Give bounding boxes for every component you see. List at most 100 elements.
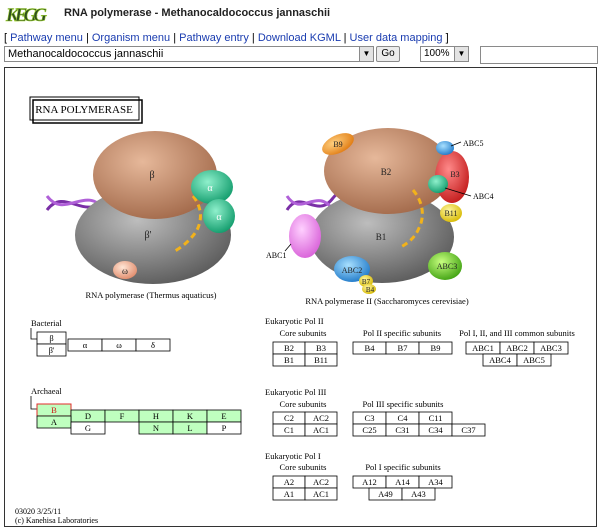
gene-label: α — [83, 340, 88, 350]
abc5-subunit — [436, 141, 454, 155]
gene-box[interactable]: B3 — [304, 341, 338, 355]
gene-box[interactable]: B2 — [272, 341, 306, 355]
gene-label: ABC3 — [540, 343, 562, 353]
download-kgml-link[interactable]: Download KGML — [258, 32, 341, 44]
archaeal-label: Archaeal — [31, 386, 62, 396]
gene-box[interactable]: C37 — [451, 423, 486, 437]
gene-box[interactable]: ω — [101, 338, 137, 352]
gene-box[interactable]: B4 — [352, 341, 387, 355]
organism-select[interactable]: Methanocaldococcus jannaschii ▼ — [4, 46, 374, 62]
gene-box-mapped[interactable]: H — [138, 409, 174, 423]
gene-box-mapped[interactable]: N — [138, 421, 174, 435]
abc1-leader-line — [284, 243, 292, 252]
gene-box[interactable]: ABC3 — [533, 341, 569, 355]
gene-box[interactable]: C25 — [352, 423, 387, 437]
gene-label: C34 — [428, 425, 443, 435]
kegg-logo[interactable]: KEGG — [5, 2, 49, 28]
diagram-title-box: RNA POLYMERASE — [29, 96, 143, 124]
gene-label: B7 — [398, 343, 408, 353]
gene-box[interactable]: ABC1 — [465, 341, 501, 355]
gene-label: C31 — [395, 425, 409, 435]
menu-separator: | — [173, 32, 177, 44]
gene-label: δ — [151, 340, 155, 350]
gene-box[interactable]: A34 — [418, 475, 453, 489]
gene-box[interactable]: C4 — [385, 411, 420, 425]
pol2-core-label: Core subunits — [280, 328, 327, 338]
gene-label: β — [49, 333, 53, 343]
gene-box[interactable]: C11 — [418, 411, 453, 425]
go-button[interactable]: Go — [376, 46, 400, 62]
gene-box[interactable]: β' — [36, 343, 67, 357]
organism-menu-link[interactable]: Organism menu — [92, 32, 170, 44]
gene-box[interactable]: A12 — [352, 475, 387, 489]
gene-box[interactable]: ABC4 — [482, 353, 518, 367]
gene-box-mapped[interactable]: D — [70, 409, 106, 423]
pathway-menu-bar: [ Pathway menu | Organism menu | Pathway… — [4, 32, 449, 44]
pol1-title: Eukaryotic Pol I — [265, 451, 321, 461]
gene-box[interactable]: C34 — [418, 423, 453, 437]
gene-label: C4 — [398, 413, 409, 423]
gene-box[interactable]: α — [67, 338, 103, 352]
gene-label: A43 — [411, 489, 426, 499]
gene-box[interactable]: ABC5 — [516, 353, 552, 367]
gene-box[interactable]: A49 — [368, 487, 403, 501]
gene-label: A49 — [378, 489, 393, 499]
gene-label: A12 — [362, 477, 377, 487]
bacterial-bracket — [30, 328, 37, 340]
gene-box-mapped[interactable]: A — [36, 415, 72, 429]
zoom-select[interactable]: 100% ▼ — [420, 46, 469, 62]
menu-open-bracket: [ — [4, 32, 8, 44]
gene-label: D — [85, 411, 91, 421]
gene-label: K — [187, 411, 194, 421]
gene-box[interactable]: AC1 — [304, 487, 338, 501]
gene-box[interactable]: C31 — [385, 423, 420, 437]
gene-box[interactable]: ABC2 — [499, 341, 535, 355]
pol1-core-label: Core subunits — [280, 462, 327, 472]
gene-label: ω — [116, 340, 122, 350]
organism-select-value: Methanocaldococcus jannaschii — [8, 48, 164, 60]
gene-box[interactable]: C2 — [272, 411, 306, 425]
gene-box[interactable]: AC2 — [304, 475, 338, 489]
gene-box[interactable]: C1 — [272, 423, 306, 437]
gene-box[interactable]: AC1 — [304, 423, 338, 437]
gene-box[interactable]: A1 — [272, 487, 306, 501]
abc5-leader-line — [450, 141, 462, 147]
gene-label: G — [85, 423, 91, 433]
gene-box[interactable]: G — [70, 421, 106, 435]
abc1-subunit — [289, 214, 321, 258]
abc3-label: ABC3 — [437, 262, 457, 271]
gene-box-mapped[interactable]: K — [172, 409, 208, 423]
gene-box[interactable]: δ — [135, 338, 171, 352]
yeast-caption: RNA polymerase II (Saccharomyces cerevis… — [305, 296, 468, 306]
pathway-entry-link[interactable]: Pathway entry — [179, 32, 249, 44]
pathway-map: RNA POLYMERASE β β' α α ω RNA polymerase… — [4, 67, 597, 527]
gene-box-mapped[interactable]: B — [36, 403, 72, 417]
gene-label: N — [153, 423, 159, 433]
thermus-polymerase-illustration: β β' α α ω — [45, 131, 235, 284]
gene-box[interactable]: AC2 — [304, 411, 338, 425]
pathway-menu-link[interactable]: Pathway menu — [10, 32, 83, 44]
gene-box[interactable]: B9 — [418, 341, 453, 355]
gene-label: E — [221, 411, 226, 421]
gene-box-mapped[interactable]: L — [172, 421, 208, 435]
gene-box[interactable]: C3 — [352, 411, 387, 425]
pol1-specific-label: Pol I specific subunits — [365, 462, 440, 472]
gene-box[interactable]: P — [206, 421, 242, 435]
gene-box-mapped[interactable]: F — [104, 409, 140, 423]
gene-label: B3 — [316, 343, 326, 353]
gene-box[interactable]: β — [36, 331, 67, 345]
b4-label: B4 — [366, 286, 375, 294]
gene-box[interactable]: B1 — [272, 353, 306, 367]
search-input[interactable] — [480, 46, 598, 64]
chevron-down-icon[interactable]: ▼ — [454, 47, 468, 61]
user-data-mapping-link[interactable]: User data mapping — [350, 32, 443, 44]
gene-box[interactable]: A2 — [272, 475, 306, 489]
gene-box[interactable]: B7 — [385, 341, 420, 355]
gene-box-mapped[interactable]: E — [206, 409, 242, 423]
gene-label: ABC4 — [489, 355, 511, 365]
gene-box[interactable]: A14 — [385, 475, 420, 489]
pol3-core-label: Core subunits — [280, 399, 327, 409]
gene-box[interactable]: A43 — [401, 487, 436, 501]
gene-box[interactable]: B11 — [304, 353, 338, 367]
chevron-down-icon[interactable]: ▼ — [359, 47, 373, 61]
